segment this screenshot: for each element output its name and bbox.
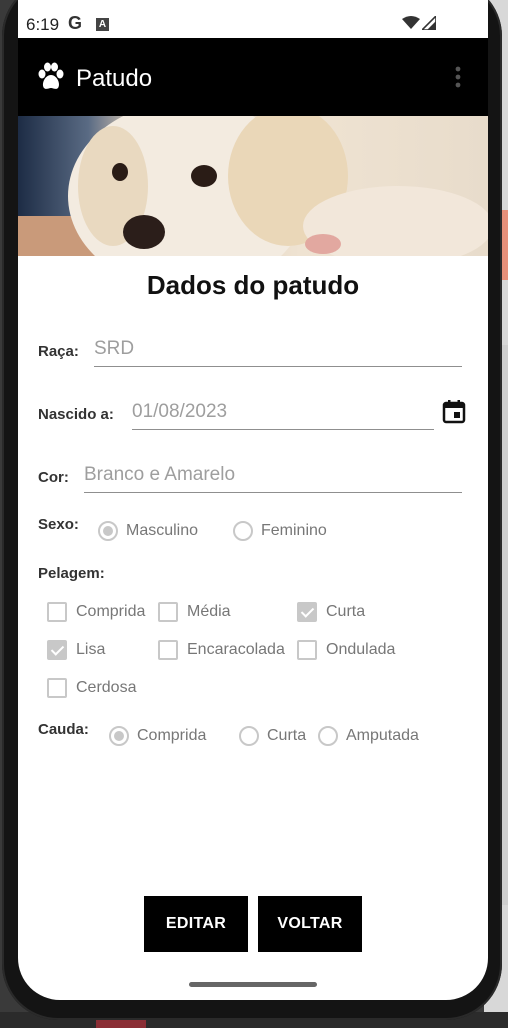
editar-button[interactable]: EDITAR [144, 896, 248, 952]
home-indicator[interactable] [189, 982, 317, 987]
pelagem-option-curta[interactable]: Curta [297, 602, 365, 622]
voltar-button[interactable]: VOLTAR [258, 896, 362, 952]
option-label: Comprida [76, 603, 146, 620]
radio-unselected[interactable] [239, 726, 259, 746]
checkbox-unchecked[interactable] [47, 602, 67, 622]
google-icon: G [68, 13, 83, 33]
status-bar: 6:19 G A [18, 0, 488, 38]
option-label: Curta [267, 727, 307, 744]
cauda-option-curta[interactable]: Curta [239, 726, 306, 746]
option-label: Comprida [137, 727, 207, 744]
nascido-field[interactable]: 01/08/2023 [132, 401, 434, 430]
pelagem-option-media[interactable]: Média [158, 602, 231, 622]
option-label: Média [187, 603, 231, 620]
app-title: Patudo [76, 65, 153, 92]
sexo-label: Sexo: [38, 516, 79, 533]
option-label: Masculino [126, 522, 199, 539]
paw-icon [38, 62, 64, 89]
pelagem-option-lisa[interactable]: Lisa [47, 640, 105, 660]
checkbox-unchecked[interactable] [47, 678, 67, 698]
cauda-option-comprida[interactable]: Comprida [109, 726, 206, 746]
cauda-label: Cauda: [38, 721, 89, 738]
option-label: Cerdosa [76, 679, 137, 696]
puppy-banner-image [18, 116, 488, 256]
option-label: Curta [326, 603, 366, 620]
wifi-icon [402, 16, 420, 29]
pelagem-option-cerdosa[interactable]: Cerdosa [47, 678, 136, 698]
checkbox-checked[interactable] [297, 602, 317, 622]
option-label: Encaracolada [187, 641, 285, 658]
status-time: 6:19 [26, 15, 60, 34]
sexo-option-masculino[interactable]: Masculino [98, 521, 198, 541]
notification-icon: A [96, 18, 109, 31]
pelagem-option-comprida[interactable]: Comprida [47, 602, 145, 622]
option-label: Amputada [346, 727, 419, 744]
checkbox-checked[interactable] [47, 640, 67, 660]
checkbox-unchecked[interactable] [158, 602, 178, 622]
sexo-option-feminino[interactable]: Feminino [233, 521, 327, 541]
cauda-option-amputada[interactable]: Amputada [318, 726, 419, 746]
option-label: Feminino [261, 522, 327, 539]
radio-unselected[interactable] [318, 726, 338, 746]
app-bar: Patudo [18, 38, 488, 116]
pelagem-label: Pelagem: [38, 565, 105, 582]
option-label: Ondulada [326, 641, 396, 658]
radio-selected[interactable] [109, 726, 129, 746]
calendar-icon[interactable] [442, 400, 466, 424]
raca-label: Raça: [38, 343, 79, 360]
pelagem-option-ondulada[interactable]: Ondulada [297, 640, 395, 660]
checkbox-unchecked[interactable] [297, 640, 317, 660]
more-vert-icon[interactable] [454, 66, 462, 88]
option-label: Lisa [76, 641, 106, 658]
pelagem-option-encaracolada[interactable]: Encaracolada [158, 640, 285, 660]
cor-field[interactable]: Branco e Amarelo [84, 464, 462, 493]
signal-icon [422, 16, 436, 30]
phone-frame: 6:19 G A Patudo Dados do patudo Raça: SR… [2, 0, 502, 1020]
nascido-label: Nascido a: [38, 406, 114, 423]
page-title: Dados do patudo [146, 270, 360, 300]
raca-field[interactable]: SRD [94, 338, 462, 367]
checkbox-unchecked[interactable] [158, 640, 178, 660]
radio-unselected[interactable] [233, 521, 253, 541]
radio-selected[interactable] [98, 521, 118, 541]
cor-label: Cor: [38, 469, 69, 486]
phone-screen: 6:19 G A Patudo Dados do patudo Raça: SR… [18, 0, 488, 1000]
